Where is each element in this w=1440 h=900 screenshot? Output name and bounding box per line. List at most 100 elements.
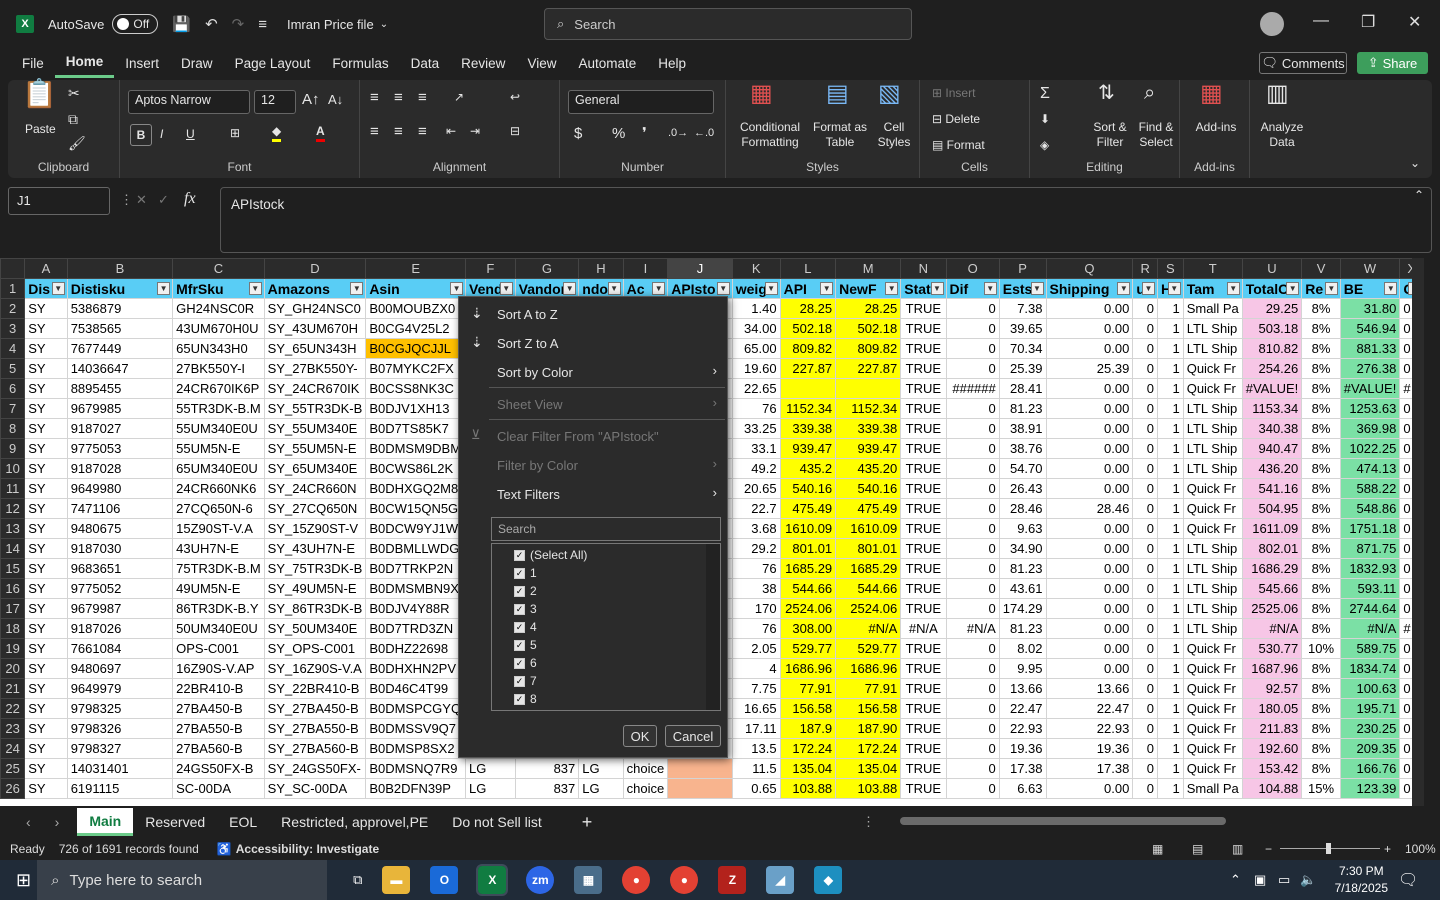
cell[interactable]: 8% xyxy=(1301,458,1341,479)
cell[interactable]: #VALUE! xyxy=(1241,378,1303,399)
cell[interactable]: 135.04 xyxy=(835,758,902,779)
cell[interactable]: 1.40 xyxy=(731,298,781,319)
cell[interactable]: 8% xyxy=(1301,538,1341,559)
tab-do-not-sell[interactable]: Do not Sell list xyxy=(440,814,553,830)
cell[interactable]: 65UM340E0U xyxy=(172,458,265,479)
cell[interactable]: 27BA550-B xyxy=(172,718,265,739)
cell[interactable]: B00MOUBZX0 xyxy=(365,298,467,319)
row-header[interactable]: 19 xyxy=(0,638,26,659)
cell[interactable]: 1 xyxy=(1156,298,1184,319)
menu-insert[interactable]: Insert xyxy=(114,48,170,78)
tab-restricted[interactable]: Restricted, approvel,PE xyxy=(269,814,440,830)
app-diamond-icon[interactable]: ◆ xyxy=(814,866,843,894)
cell[interactable]: 28.46 xyxy=(998,498,1047,519)
cell[interactable]: SY xyxy=(24,358,68,379)
cell[interactable]: SY xyxy=(24,738,68,759)
decrease-decimal-icon[interactable]: ←.0 xyxy=(694,126,714,141)
orientation-icon[interactable]: ↗ xyxy=(454,90,464,105)
cell[interactable]: 1 xyxy=(1156,618,1184,639)
share-button[interactable]: ⇪ Share xyxy=(1357,52,1428,74)
filter-dropdown-icon[interactable]: ▼ xyxy=(764,282,778,295)
cell[interactable]: 55UM5N-E xyxy=(172,438,265,459)
cell[interactable]: TRUE xyxy=(900,398,947,419)
cell[interactable]: LG xyxy=(578,758,624,779)
column-header[interactable]: K xyxy=(731,258,781,279)
cell[interactable]: 593.11 xyxy=(1339,578,1401,599)
find-select-button[interactable]: Find & Select xyxy=(1134,120,1178,150)
cell[interactable]: Quick Fr xyxy=(1182,738,1243,759)
cell[interactable]: 24CR670IK6P xyxy=(172,378,265,399)
cell[interactable]: 0 xyxy=(1132,758,1158,779)
column-header[interactable]: I xyxy=(622,258,669,279)
cell[interactable]: 29.2 xyxy=(731,538,781,559)
insert-function-icon[interactable]: fx xyxy=(184,190,196,208)
cell[interactable]: 0 xyxy=(1132,578,1158,599)
row-header[interactable]: 18 xyxy=(0,618,26,639)
cell[interactable]: SC-00DA xyxy=(172,778,265,799)
calculator-icon[interactable]: ▦ xyxy=(574,866,603,894)
cell[interactable]: 76 xyxy=(731,398,781,419)
cancel-button[interactable]: Cancel xyxy=(665,725,721,747)
cell[interactable]: 33.25 xyxy=(731,418,781,439)
row-header[interactable]: 22 xyxy=(0,698,26,719)
cell[interactable]: TRUE xyxy=(900,378,947,399)
cell[interactable]: 548.86 xyxy=(1339,498,1401,519)
cell[interactable]: 49.2 xyxy=(731,458,781,479)
cell[interactable]: #N/A xyxy=(1241,618,1303,639)
cell[interactable]: Quick Fr xyxy=(1182,658,1243,679)
cell[interactable]: 31.80 xyxy=(1339,298,1401,319)
fill-icon[interactable]: ⬇ xyxy=(1040,112,1050,127)
cell[interactable]: 13.66 xyxy=(998,678,1047,699)
cell[interactable]: SY xyxy=(24,638,68,659)
tray-app-icon[interactable]: ▣ xyxy=(1254,872,1266,888)
cell[interactable]: 172.24 xyxy=(779,738,837,759)
filter-dropdown-icon[interactable]: ▼ xyxy=(350,282,364,295)
cell[interactable]: 436.20 xyxy=(1241,458,1303,479)
header-cell[interactable]: Ests ▼ xyxy=(998,278,1047,299)
cell[interactable]: 55TR3DK-B.M xyxy=(172,398,265,419)
cell[interactable]: 809.82 xyxy=(779,338,837,359)
cell[interactable]: 16Z90S-V.AP xyxy=(172,658,265,679)
header-cell[interactable]: API ▼ xyxy=(779,278,837,299)
paste-button[interactable]: Paste xyxy=(25,122,56,137)
cell[interactable]: 546.94 xyxy=(1339,318,1401,339)
cell-styles-button[interactable]: Cell Styles xyxy=(872,120,916,150)
page-layout-icon[interactable]: ▤ xyxy=(1192,842,1203,856)
cell[interactable]: 8% xyxy=(1301,398,1341,419)
cell[interactable]: 0 xyxy=(945,438,1000,459)
cell[interactable]: 28.46 xyxy=(1045,498,1134,519)
cell[interactable] xyxy=(667,778,733,799)
minimize-icon[interactable]: — xyxy=(1313,12,1329,30)
cell[interactable]: 0 xyxy=(945,538,1000,559)
cell[interactable]: 3.68 xyxy=(731,518,781,539)
cell[interactable]: 1610.09 xyxy=(835,518,902,539)
column-header[interactable]: H xyxy=(578,258,624,279)
cell[interactable]: 1 xyxy=(1156,318,1184,339)
cell[interactable]: 38.76 xyxy=(998,438,1047,459)
cell[interactable]: SY xyxy=(24,438,68,459)
cell[interactable]: 70.34 xyxy=(998,338,1047,359)
menu-automate[interactable]: Automate xyxy=(567,48,647,78)
cell[interactable]: 0 xyxy=(1132,478,1158,499)
cell[interactable]: TRUE xyxy=(900,358,947,379)
cell[interactable]: 0 xyxy=(1132,358,1158,379)
cell[interactable]: LTL Ship xyxy=(1182,538,1243,559)
cell[interactable]: 28.25 xyxy=(835,298,902,319)
cell[interactable]: 1687.96 xyxy=(1241,658,1303,679)
cell[interactable]: 76 xyxy=(731,618,781,639)
tab-eol[interactable]: EOL xyxy=(217,814,269,830)
cell[interactable]: 5386879 xyxy=(66,298,174,319)
cell[interactable]: TRUE xyxy=(900,658,947,679)
cell[interactable]: 0 xyxy=(1132,618,1158,639)
text-filters[interactable]: Text Filters xyxy=(497,487,560,502)
filter-dropdown-icon[interactable]: ▼ xyxy=(157,282,171,295)
cell[interactable]: SY xyxy=(24,678,68,699)
cell[interactable]: B0B2DFN39P xyxy=(365,778,467,799)
cell[interactable]: 1611.09 xyxy=(1241,518,1303,539)
cell[interactable]: SY xyxy=(24,558,68,579)
increase-indent-icon[interactable]: ⇥ xyxy=(470,124,480,139)
cell[interactable]: 2524.06 xyxy=(835,598,902,619)
accessibility-status[interactable]: Accessibility: Investigate xyxy=(236,842,379,856)
header-cell[interactable]: Shipping ▼ xyxy=(1045,278,1134,299)
row-header[interactable]: 24 xyxy=(0,738,26,759)
